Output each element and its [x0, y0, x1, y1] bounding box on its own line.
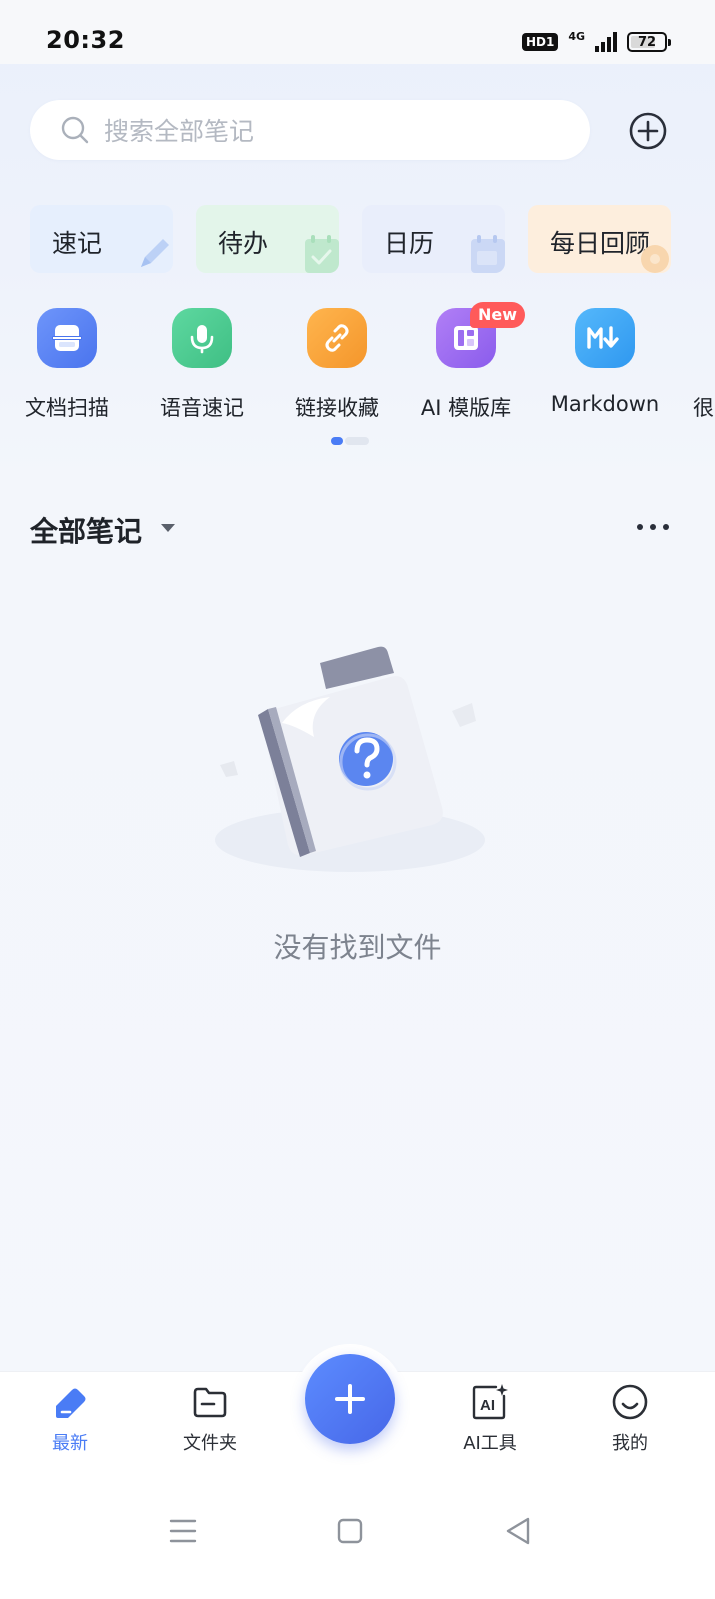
- notes-filter-title[interactable]: 全部笔记: [30, 510, 142, 550]
- quick-card-label: 每日回顾: [550, 229, 651, 258]
- menu-icon[interactable]: [163, 1511, 203, 1551]
- pager-track: [345, 437, 369, 445]
- pager-dot-active: [331, 437, 343, 445]
- network-type: 4G: [568, 29, 585, 43]
- quick-card-label: 日历: [384, 229, 435, 258]
- app-screen: 20:32 HD1 4G 72 搜索全部笔记 速记 待办 日历 每日回顾 文档扫…: [0, 0, 715, 1599]
- tool-label: 链接收藏: [295, 396, 379, 420]
- tool-markdown[interactable]: Markdown: [535, 308, 675, 428]
- tool-voice-note[interactable]: 语音速记: [132, 308, 272, 428]
- link-icon: [307, 308, 367, 368]
- tool-link-collect[interactable]: 链接收藏: [267, 308, 407, 428]
- calendar-icon: [471, 235, 505, 273]
- add-circle-icon[interactable]: [628, 111, 668, 151]
- nav-folder[interactable]: 文件夹: [140, 1372, 280, 1472]
- search-placeholder: 搜索全部笔记: [104, 117, 255, 146]
- empty-state-text: 没有找到文件: [273, 931, 442, 964]
- quick-card-label: 待办: [218, 229, 269, 258]
- back-icon[interactable]: [498, 1511, 538, 1551]
- scan-icon: [37, 308, 97, 368]
- search-icon: [61, 116, 89, 144]
- home-icon[interactable]: [330, 1511, 370, 1551]
- ai-tools-icon: AI: [472, 1384, 508, 1420]
- tool-document-scan[interactable]: 文档扫描: [0, 308, 137, 428]
- profile-icon: [612, 1384, 648, 1420]
- nav-label: 文件夹: [183, 1433, 237, 1454]
- search-input[interactable]: 搜索全部笔记: [30, 100, 590, 160]
- todo-check-icon: [305, 235, 339, 273]
- folder-icon: [193, 1387, 227, 1418]
- empty-folder-illustration: [215, 646, 485, 872]
- tool-label: AI 模版库: [420, 396, 512, 420]
- pencil-icon: [141, 239, 169, 267]
- system-nav-bar: [0, 1471, 715, 1599]
- tool-label: 文档扫描: [25, 396, 109, 420]
- nav-label: 我的: [612, 1433, 648, 1454]
- new-badge: New: [470, 302, 526, 328]
- nav-ai-tools[interactable]: AI AI工具: [420, 1372, 560, 1472]
- quick-card-shorthand[interactable]: 速记: [30, 205, 173, 273]
- microphone-icon: [172, 308, 232, 368]
- tools-pager: [331, 437, 371, 445]
- hd-icon: HD1: [521, 33, 559, 51]
- new-note-button[interactable]: [305, 1354, 395, 1444]
- tool-partial[interactable]: 很: [693, 308, 715, 428]
- quick-card-calendar[interactable]: 日历: [362, 205, 505, 273]
- nav-latest[interactable]: 最新: [0, 1372, 140, 1472]
- plus-icon: [335, 1384, 365, 1414]
- signal-icon: [595, 32, 617, 52]
- tool-label: 很: [693, 396, 714, 420]
- review-icon: [641, 245, 669, 273]
- tool-label: 语音速记: [160, 396, 244, 420]
- nav-label: AI工具: [463, 1433, 517, 1454]
- quick-card-label: 速记: [52, 229, 103, 258]
- nav-label: 最新: [52, 1433, 88, 1454]
- battery-level: 72: [637, 34, 657, 50]
- nav-profile[interactable]: 我的: [560, 1372, 700, 1472]
- quick-card-todo[interactable]: 待办: [196, 205, 339, 273]
- caret-down-icon[interactable]: [160, 523, 176, 533]
- status-bar: 20:32 HD1 4G 72: [0, 0, 715, 64]
- battery-icon: 72: [627, 32, 671, 52]
- markdown-icon: [575, 308, 635, 368]
- status-time: 20:32: [46, 26, 125, 54]
- more-icon[interactable]: [636, 522, 670, 532]
- status-indicators: HD1 4G 72: [521, 28, 671, 56]
- svg-text:AI: AI: [480, 1397, 495, 1414]
- latest-note-icon: [56, 1388, 86, 1418]
- tool-label: Markdown: [550, 392, 660, 416]
- quick-card-daily-review[interactable]: 每日回顾: [528, 205, 671, 273]
